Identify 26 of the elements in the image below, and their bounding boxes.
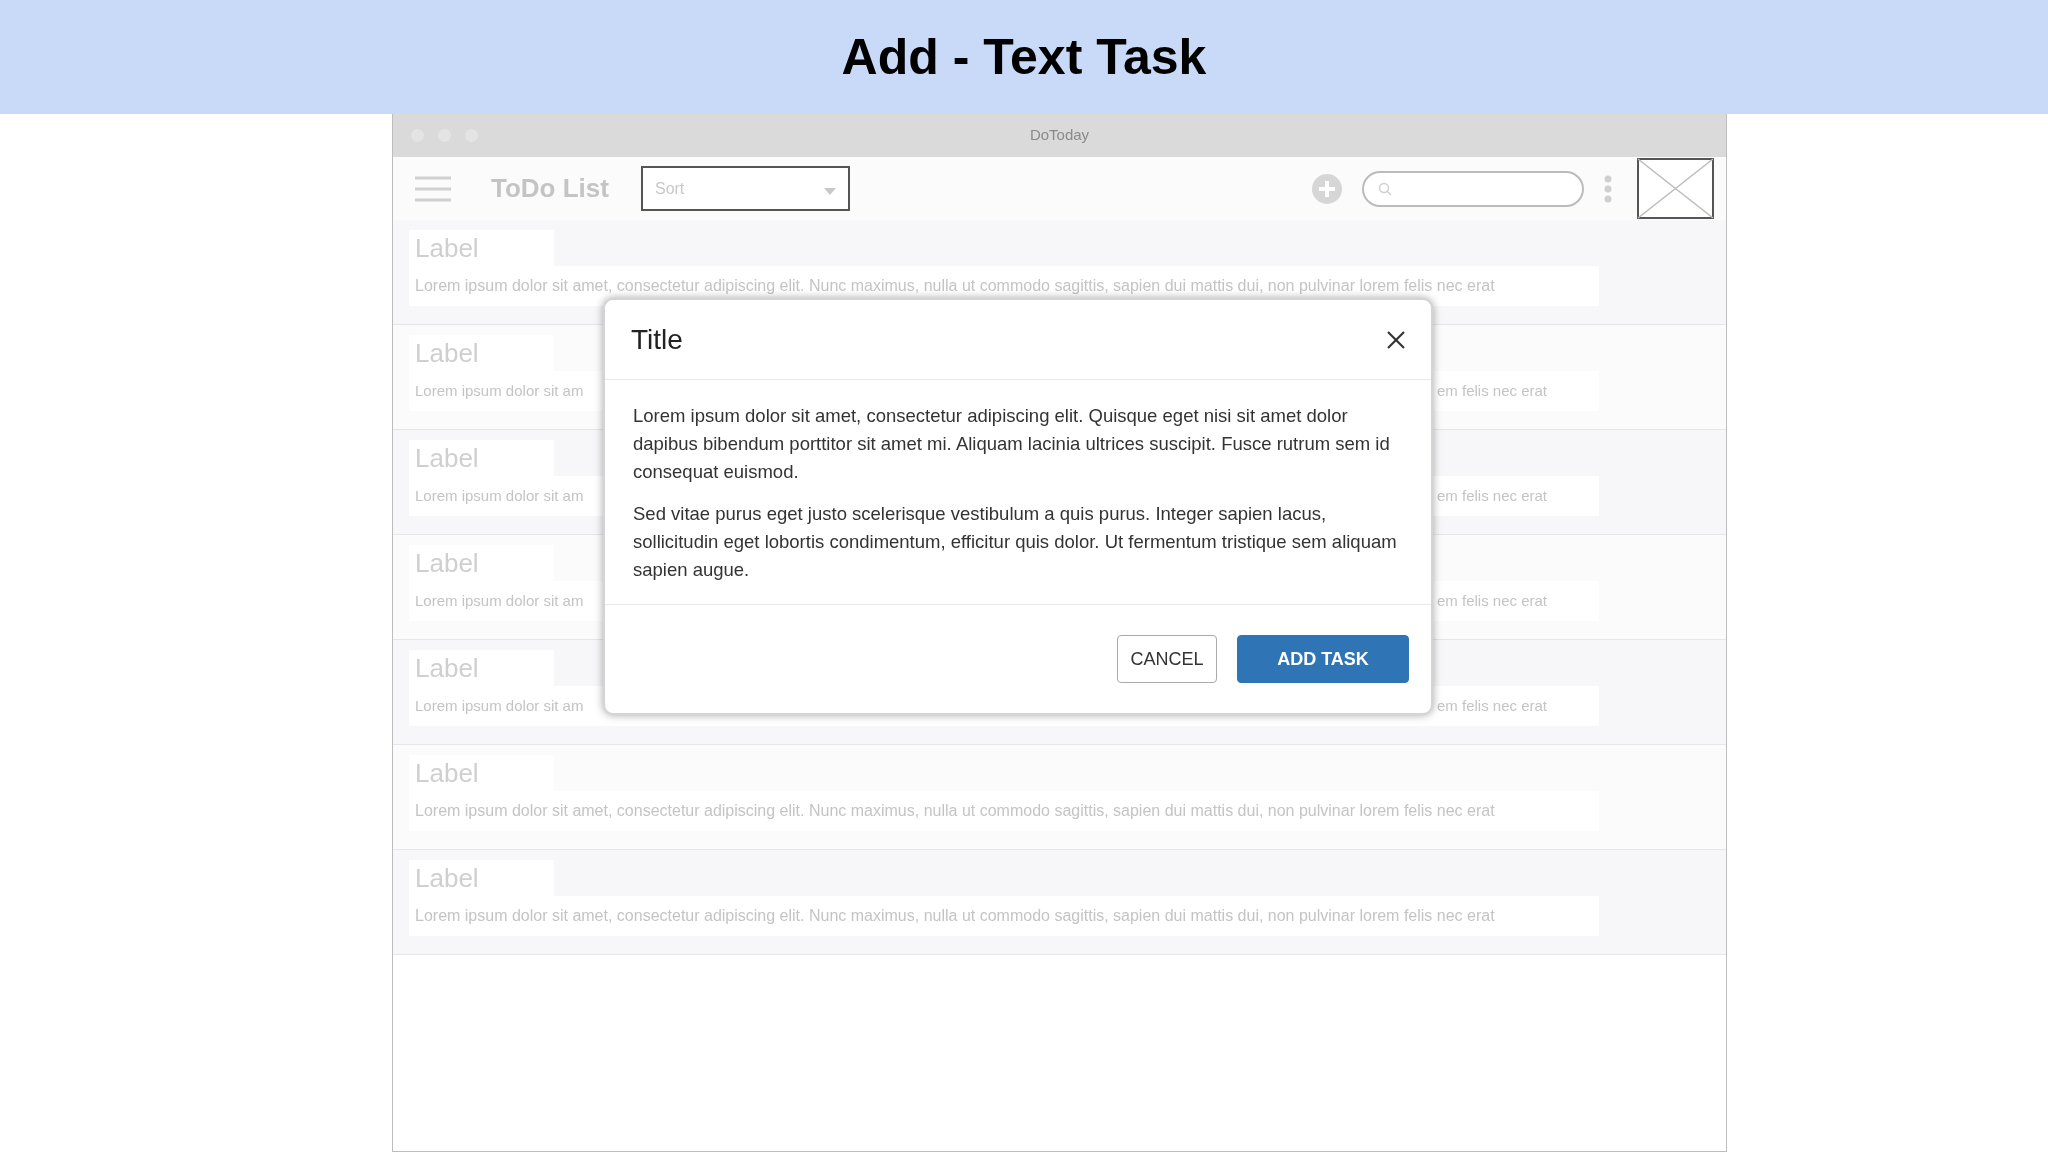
close-icon[interactable] (1387, 330, 1405, 349)
add-icon[interactable] (1311, 173, 1342, 204)
dialog-paragraph: Sed vitae purus eget justo scelerisque vestibulum a quis purus. Integer sapien lacus, sollicitudin eget lobortis condimentum, efficitur quis dolor. Ut fermentum tristique sem aliquam sapien augue. (633, 502, 1398, 582)
caret-icon (823, 188, 836, 195)
cancel-button[interactable]: CANCEL (1117, 635, 1217, 683)
window-title: DoToday (1029, 125, 1090, 146)
search-field[interactable] (1361, 170, 1584, 207)
row-description: em felis nec erat (1436, 590, 1547, 611)
row-description: Lorem ipsum dolor sit am (415, 695, 584, 716)
row-description: Lorem ipsum dolor sit am (415, 485, 584, 506)
page-title: Add - Text Task (841, 27, 1207, 87)
row-description: Lorem ipsum dolor sit amet, consectetur adipiscing elit. Nunc maximus, nulla ut commodo sagittis, sapien dui mattis dui, non pulvinar lorem felis nec erat (415, 276, 1495, 296)
row-description: Lorem ipsum dolor sit amet, consectetur adipiscing elit. Nunc maximus, nulla ut commodo sagittis, sapien dui mattis dui, non pulvinar lorem felis nec erat (415, 906, 1495, 926)
row-description: em felis nec erat (1436, 380, 1547, 401)
row-description: Lorem ipsum dolor sit am (415, 380, 584, 401)
more-icon[interactable] (1603, 174, 1612, 203)
row-description: Lorem ipsum dolor sit am (415, 590, 584, 611)
row-description: em felis nec erat (1436, 695, 1547, 716)
row-description: Lorem ipsum dolor sit amet, consectetur adipiscing elit. Nunc maximus, nulla ut commodo sagittis, sapien dui mattis dui, non pulvinar lorem felis nec erat (415, 801, 1495, 821)
dialog-title: Title (631, 322, 683, 357)
add-task-button[interactable]: ADD TASK (1237, 635, 1409, 683)
row-description: em felis nec erat (1436, 485, 1547, 506)
menu-icon[interactable] (415, 175, 451, 202)
search-icon (1377, 181, 1392, 196)
dialog-paragraph: Lorem ipsum dolor sit amet, consectetur adipiscing elit. Quisque eget nisi sit amet dolor dapibus bibendum porttitor sit amet mi. Aliquam lacinia ultrices suscipit. Fusce rutrum sem id consequat euismod. (633, 404, 1391, 484)
app-title: ToDo List (491, 172, 609, 205)
